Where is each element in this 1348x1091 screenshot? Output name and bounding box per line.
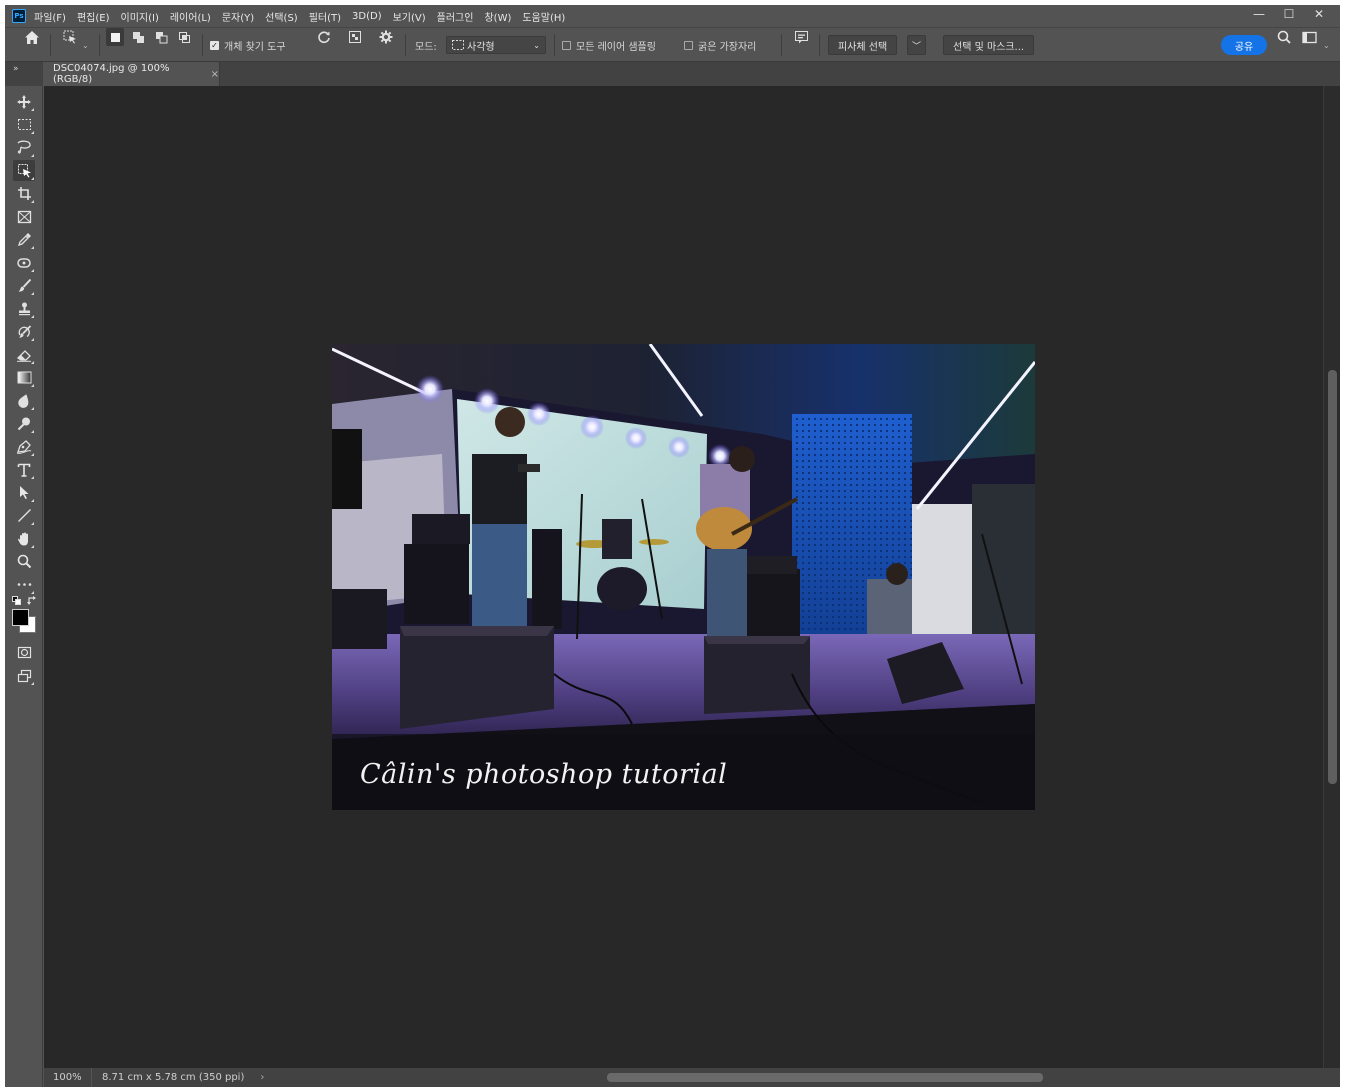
gradient-tool-icon[interactable]: [13, 367, 35, 388]
mode-label: 모드:: [415, 42, 437, 53]
menu-filter[interactable]: 필터(T): [309, 9, 341, 24]
line-tool-icon[interactable]: [13, 505, 35, 526]
menu-layer[interactable]: 레이어(L): [170, 9, 211, 24]
hand-tool-icon[interactable]: [13, 528, 35, 549]
refresh-icon[interactable]: [315, 28, 333, 46]
menu-edit[interactable]: 편집(E): [77, 9, 110, 24]
workspace-icon[interactable]: [1300, 28, 1318, 46]
tool-preset-picker-icon[interactable]: [61, 28, 79, 46]
quick-mask-icon[interactable]: [13, 642, 35, 663]
find-object-label: 개체 찾기 도구: [224, 42, 286, 53]
checkmark-icon: ✓: [210, 41, 219, 50]
select-subject-dropdown[interactable]: ﹀: [907, 35, 927, 55]
subtract-from-selection-icon[interactable]: [152, 28, 170, 46]
tools-panel: [5, 86, 43, 1087]
document-info: 8.71 cm x 5.78 cm (350 ppi): [102, 1072, 245, 1083]
eyedropper-tool-icon[interactable]: [13, 229, 35, 250]
menu-plugins[interactable]: 플러그인: [437, 9, 474, 24]
chevron-down-icon[interactable]: ⌄: [1323, 28, 1330, 63]
select-subject-button[interactable]: 피사체 선택: [828, 35, 898, 55]
gear-icon[interactable]: [377, 28, 395, 46]
healing-brush-tool-icon[interactable]: [13, 252, 35, 273]
checkbox-icon: [684, 41, 693, 50]
marquee-tool-icon[interactable]: [13, 114, 35, 135]
sample-all-layers-label: 모든 레이어 샘플링: [576, 42, 656, 53]
default-colors-icon[interactable]: [12, 596, 22, 606]
add-to-selection-icon[interactable]: [129, 28, 147, 46]
menu-window[interactable]: 창(W): [484, 9, 511, 24]
crop-tool-icon[interactable]: [13, 183, 35, 204]
menu-select[interactable]: 선택(S): [265, 9, 298, 24]
frame-tool-icon[interactable]: [13, 206, 35, 227]
sample-all-layers-checkbox[interactable]: 모든 레이어 샘플링: [562, 28, 656, 63]
zoom-tool-icon[interactable]: [13, 551, 35, 572]
concert-photo: [332, 344, 1035, 810]
history-brush-tool-icon[interactable]: [13, 321, 35, 342]
chevron-right-icon[interactable]: ›: [260, 1072, 264, 1083]
share-button[interactable]: 공유: [1221, 35, 1267, 55]
document-tab-strip: » DSC04074.jpg @ 100% (RGB/8) ×: [5, 62, 1340, 86]
watermark-text: Câlin's photoshop tutorial: [360, 759, 728, 790]
hard-edge-checkbox[interactable]: 굵은 가장자리: [684, 28, 756, 63]
window-controls: — ☐ ✕: [1244, 5, 1334, 27]
pen-tool-icon[interactable]: [13, 436, 35, 457]
menu-help[interactable]: 도움말(H): [522, 9, 565, 24]
hard-edge-label: 굵은 가장자리: [698, 42, 757, 53]
screen-mode-icon[interactable]: [13, 665, 35, 686]
dodge-tool-icon[interactable]: [13, 413, 35, 434]
selection-feedback-icon[interactable]: [792, 28, 810, 46]
close-tab-icon[interactable]: ×: [211, 69, 219, 80]
blur-tool-icon[interactable]: [13, 390, 35, 411]
brush-tool-icon[interactable]: [13, 275, 35, 296]
menu-file[interactable]: 파일(F): [34, 9, 66, 24]
checkbox-icon: [562, 41, 571, 50]
chevron-down-icon: ﹀: [912, 41, 922, 52]
menu-view[interactable]: 보기(V): [393, 9, 426, 24]
home-icon[interactable]: [23, 28, 41, 46]
zoom-level[interactable]: 100%: [44, 1068, 92, 1087]
restore-button[interactable]: ☐: [1274, 5, 1304, 23]
move-tool-icon[interactable]: [13, 91, 35, 112]
mode-dropdown[interactable]: 사각형 ⌄: [446, 36, 546, 54]
swap-colors-icon[interactable]: [27, 595, 38, 606]
find-object-checkbox[interactable]: ✓ 개체 찾기 도구: [210, 28, 286, 63]
type-tool-icon[interactable]: [13, 459, 35, 480]
panel-collapse-icon[interactable]: »: [13, 64, 19, 74]
clone-stamp-tool-icon[interactable]: [13, 298, 35, 319]
chevron-down-icon[interactable]: ⌄: [82, 28, 89, 63]
foreground-color-swatch[interactable]: [12, 609, 29, 626]
mode-value: 사각형: [467, 41, 495, 53]
rectangle-mode-icon: [452, 40, 464, 50]
lasso-tool-icon[interactable]: [13, 137, 35, 158]
menu-3d[interactable]: 3D(D): [352, 11, 382, 22]
menu-image[interactable]: 이미지(I): [121, 9, 159, 24]
document-image[interactable]: Câlin's photoshop tutorial: [332, 344, 1035, 810]
minimize-button[interactable]: —: [1244, 5, 1274, 23]
search-icon[interactable]: [1275, 28, 1293, 46]
vertical-scroll-thumb[interactable]: [1328, 370, 1337, 784]
eraser-tool-icon[interactable]: [13, 344, 35, 365]
photoshop-window: Ps 파일(F) 편집(E) 이미지(I) 레이어(L) 문자(Y) 선택(S)…: [5, 5, 1340, 1087]
close-button[interactable]: ✕: [1304, 5, 1334, 23]
intersect-selection-icon[interactable]: [175, 28, 193, 46]
path-selection-tool-icon[interactable]: [13, 482, 35, 503]
show-all-objects-icon[interactable]: [346, 28, 364, 46]
menu-bar: Ps 파일(F) 편집(E) 이미지(I) 레이어(L) 문자(Y) 선택(S)…: [5, 5, 1340, 27]
status-bar: 100% 8.71 cm x 5.78 cm (350 ppi) ›: [44, 1068, 1340, 1087]
select-and-mask-button[interactable]: 선택 및 마스크...: [943, 35, 1035, 55]
photoshop-logo-icon: Ps: [12, 9, 26, 23]
new-selection-icon[interactable]: [106, 28, 124, 46]
document-tab-title: DSC04074.jpg @ 100% (RGB/8): [53, 63, 170, 85]
menu-type[interactable]: 문자(Y): [222, 9, 254, 24]
vertical-scrollbar[interactable]: [1323, 86, 1340, 1068]
document-tab[interactable]: DSC04074.jpg @ 100% (RGB/8) ×: [43, 62, 220, 86]
horizontal-scroll-thumb[interactable]: [607, 1073, 1043, 1082]
more-tools-icon[interactable]: [13, 574, 35, 595]
options-bar: ⌄ ✓ 개체 찾기 도구 모드: 사각형 ⌄ 모든 레이어 샘플링 굵은 가장자…: [5, 27, 1340, 62]
object-selection-tool-icon[interactable]: [13, 160, 35, 181]
chevron-down-icon: ⌄: [533, 40, 540, 50]
